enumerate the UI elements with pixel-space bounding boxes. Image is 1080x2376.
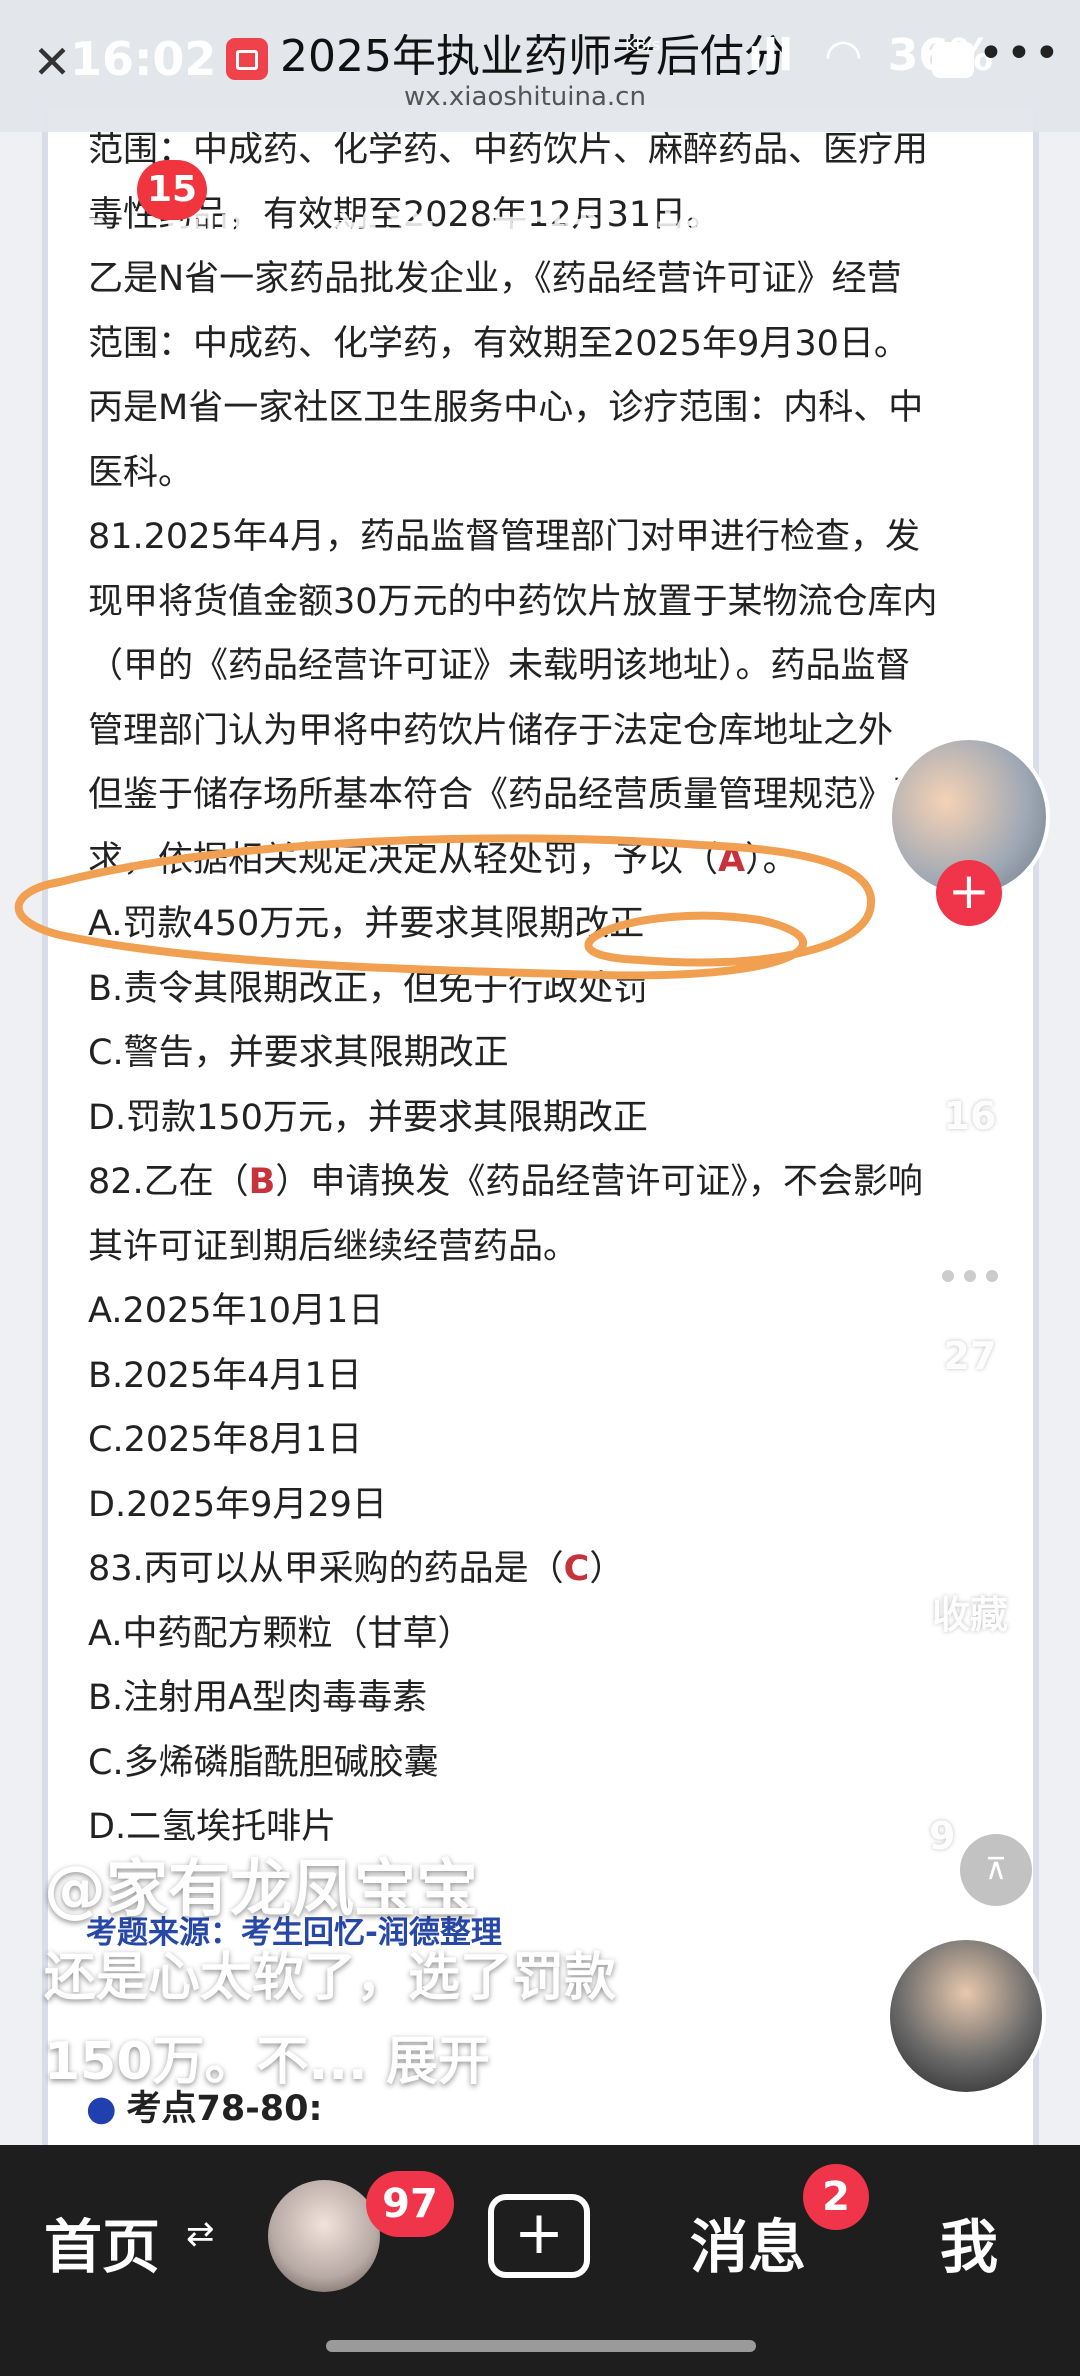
document-line: （甲的《药品经营许可证》未载明该地址）。药品监督	[88, 634, 998, 699]
nav-me[interactable]: 我	[940, 2200, 998, 2284]
follow-plus-icon[interactable]: +	[936, 860, 1002, 926]
line-text-after: ）申请换发《药品经营许可证》，不会影响	[275, 1162, 923, 1202]
document-line: C.警告，并要求其限期改正	[88, 1021, 998, 1086]
tab-recommend[interactable]: 推荐	[657, 209, 765, 269]
document-line: 81.2025年4月，药品监督管理部门对甲进行检查，发	[88, 505, 998, 570]
document-line: A.2025年10月1日	[88, 1279, 998, 1344]
favorite-button[interactable]: 收藏	[905, 1470, 1035, 1639]
post-caption[interactable]: 还是心太软了，选了罚款150万。不... 展开	[44, 1936, 664, 2104]
document-line: C.2025年8月1日	[88, 1408, 998, 1473]
line-text: B.注射用A型肉毒毒素	[88, 1678, 428, 1718]
author-name[interactable]: @家有龙凤宝宝	[44, 1838, 478, 1928]
menu-icon[interactable]: ☰	[60, 209, 109, 269]
status-time: 16:02	[70, 32, 217, 86]
document-line: 丙是M省一家社区卫生服务中心，诊疗范围：内科、中	[88, 376, 998, 441]
document-line: D.2025年9月29日	[88, 1473, 998, 1538]
line-text: 其许可证到期后继续经营药品。	[88, 1226, 579, 1267]
line-text-after: ）。	[745, 839, 798, 880]
comment-icon	[916, 1232, 1024, 1324]
caption-text: 还是心太软了，选了罚款150万。不...	[44, 1948, 617, 2092]
line-text: 管理部门认为甲将中药饮片储存于法定仓库地址之外	[88, 710, 894, 751]
line-text: C.警告，并要求其限期改正	[88, 1033, 509, 1073]
line-text: 医科。	[88, 452, 194, 493]
tab-following[interactable]: 关注	[329, 209, 437, 269]
line-text: A.2025年10月1日	[88, 1291, 384, 1331]
line-text: 82.乙在（	[88, 1162, 249, 1202]
nav-friend-avatar[interactable]	[268, 2180, 380, 2292]
line-text: 范围：中成药、化学药，有效期至2025年9月30日。	[88, 323, 909, 364]
messages-badge: 2	[803, 2164, 869, 2230]
answer-letter: A	[718, 839, 746, 880]
wifi-icon: ◠	[826, 30, 861, 81]
home-indicator	[326, 2340, 756, 2352]
document-line: A.中药配方颗粒（甘草）	[88, 1602, 998, 1667]
line-text: 现甲将货值金额30万元的中药饮片放置于某物流仓库内	[88, 581, 938, 622]
line-text: 丙是M省一家社区卫生服务中心，诊疗范围：内科、中	[88, 388, 924, 428]
document-line: B.注射用A型肉毒毒素	[88, 1666, 998, 1731]
battery-icon	[932, 42, 974, 78]
line-text: 但鉴于储存场所基本符合《药品经营质量管理规范》要	[88, 775, 929, 815]
document-line: A.罚款450万元，并要求其限期改正	[88, 892, 998, 957]
answer-letter: C	[563, 1549, 590, 1589]
more-options-icon[interactable]: •••	[978, 28, 1062, 79]
close-icon[interactable]: ✕	[30, 39, 74, 85]
line-text: B.责令其限期改正，但免于行政处罚	[88, 968, 649, 1009]
nav-home[interactable]: 首页	[44, 2200, 160, 2284]
line-text: A.罚款450万元，并要求其限期改正	[88, 904, 645, 944]
document-line: 医科。	[88, 441, 998, 506]
line-text: 81.2025年4月，药品监督管理部门对甲进行检查，发	[88, 517, 921, 557]
line-text: 83.丙可以从甲采购的药品是（	[88, 1549, 564, 1589]
comment-button[interactable]: 27	[905, 1224, 1035, 1378]
line-text: D.2025年9月29日	[88, 1484, 387, 1525]
document-line: 求，依据相关规定决定从轻处罚，予以（A）。	[88, 828, 998, 893]
friend-badge: 97	[366, 2171, 454, 2237]
favorite-label: 收藏	[931, 1593, 1008, 1637]
line-text: 求，依据相关规定决定从轻处罚，予以（	[88, 839, 719, 880]
document-line: 其许可证到期后继续经营药品。	[88, 1215, 998, 1280]
expand-link[interactable]: 展开	[386, 2032, 490, 2092]
star-icon	[918, 1476, 1022, 1574]
line-text: 范围：中成药、化学药、中药饮片、麻醉药品、医疗用	[88, 130, 929, 170]
signal-icon: ıll	[747, 30, 794, 81]
line-text: （甲的《药品经营许可证》未载明该地址）。药品监督	[88, 646, 911, 686]
line-text: D.罚款150万元，并要求其限期改正	[88, 1097, 648, 1138]
line-text: C.多烯磷脂酰胆碱胶囊	[88, 1742, 439, 1783]
document-line: 82.乙在（B）申请换发《药品经营许可证》，不会影响	[88, 1150, 998, 1215]
share-button[interactable]: 9	[905, 1710, 1035, 1858]
line-text: C.2025年8月1日	[88, 1420, 363, 1460]
comment-count: 27	[943, 1334, 997, 1378]
swap-icon[interactable]: ⇄	[186, 2214, 215, 2254]
like-button[interactable]: 16	[905, 990, 1035, 1138]
page-url: wx.xiaoshituina.cn	[404, 82, 646, 112]
menu-badge: 15	[137, 160, 207, 220]
document-line: 现甲将货值金额30万元的中药饮片放置于某物流仓库内	[88, 570, 998, 635]
document-line: D.罚款150万元，并要求其限期改正	[88, 1086, 998, 1151]
document-line: 83.丙可以从甲采购的药品是（C）	[88, 1537, 998, 1602]
back-to-top-icon[interactable]: ⊼	[960, 1834, 1032, 1906]
answer-letter: B	[248, 1162, 276, 1202]
like-count: 16	[943, 1094, 997, 1138]
document-text: 范围：中成药、化学药、中药饮片、麻醉药品、医疗用 毒性药品，有效期至2028年12…	[88, 118, 998, 1860]
line-text: B.2025年4月1日	[88, 1355, 362, 1396]
document-line: 但鉴于储存场所基本符合《药品经营质量管理规范》要	[88, 763, 998, 828]
document-line: 范围：中成药、化学药，有效期至2025年9月30日。	[88, 312, 998, 377]
notes-app-icon	[226, 38, 268, 80]
line-text-after: ）	[589, 1549, 625, 1589]
share-arrow-icon	[914, 1720, 1026, 1802]
document-line: 管理部门认为甲将中药饮片储存于法定仓库地址之外	[88, 699, 998, 764]
search-icon[interactable]	[932, 186, 1004, 258]
music-disc-avatar[interactable]	[886, 1936, 1046, 2096]
line-text: A.中药配方颗粒（甘草）	[88, 1613, 473, 1654]
nav-messages[interactable]: 消息	[690, 2200, 806, 2284]
document-line: B.2025年4月1日	[88, 1344, 998, 1409]
create-post-button[interactable]: +	[488, 2194, 590, 2278]
net-speed: KB/s	[625, 35, 661, 54]
tab-mall[interactable]: 商城	[493, 209, 601, 269]
heart-icon	[924, 998, 1016, 1082]
document-line: C.多烯磷脂酰胆碱胶囊	[88, 1731, 998, 1796]
document-line: B.责令其限期改正，但免于行政处罚	[88, 957, 998, 1022]
